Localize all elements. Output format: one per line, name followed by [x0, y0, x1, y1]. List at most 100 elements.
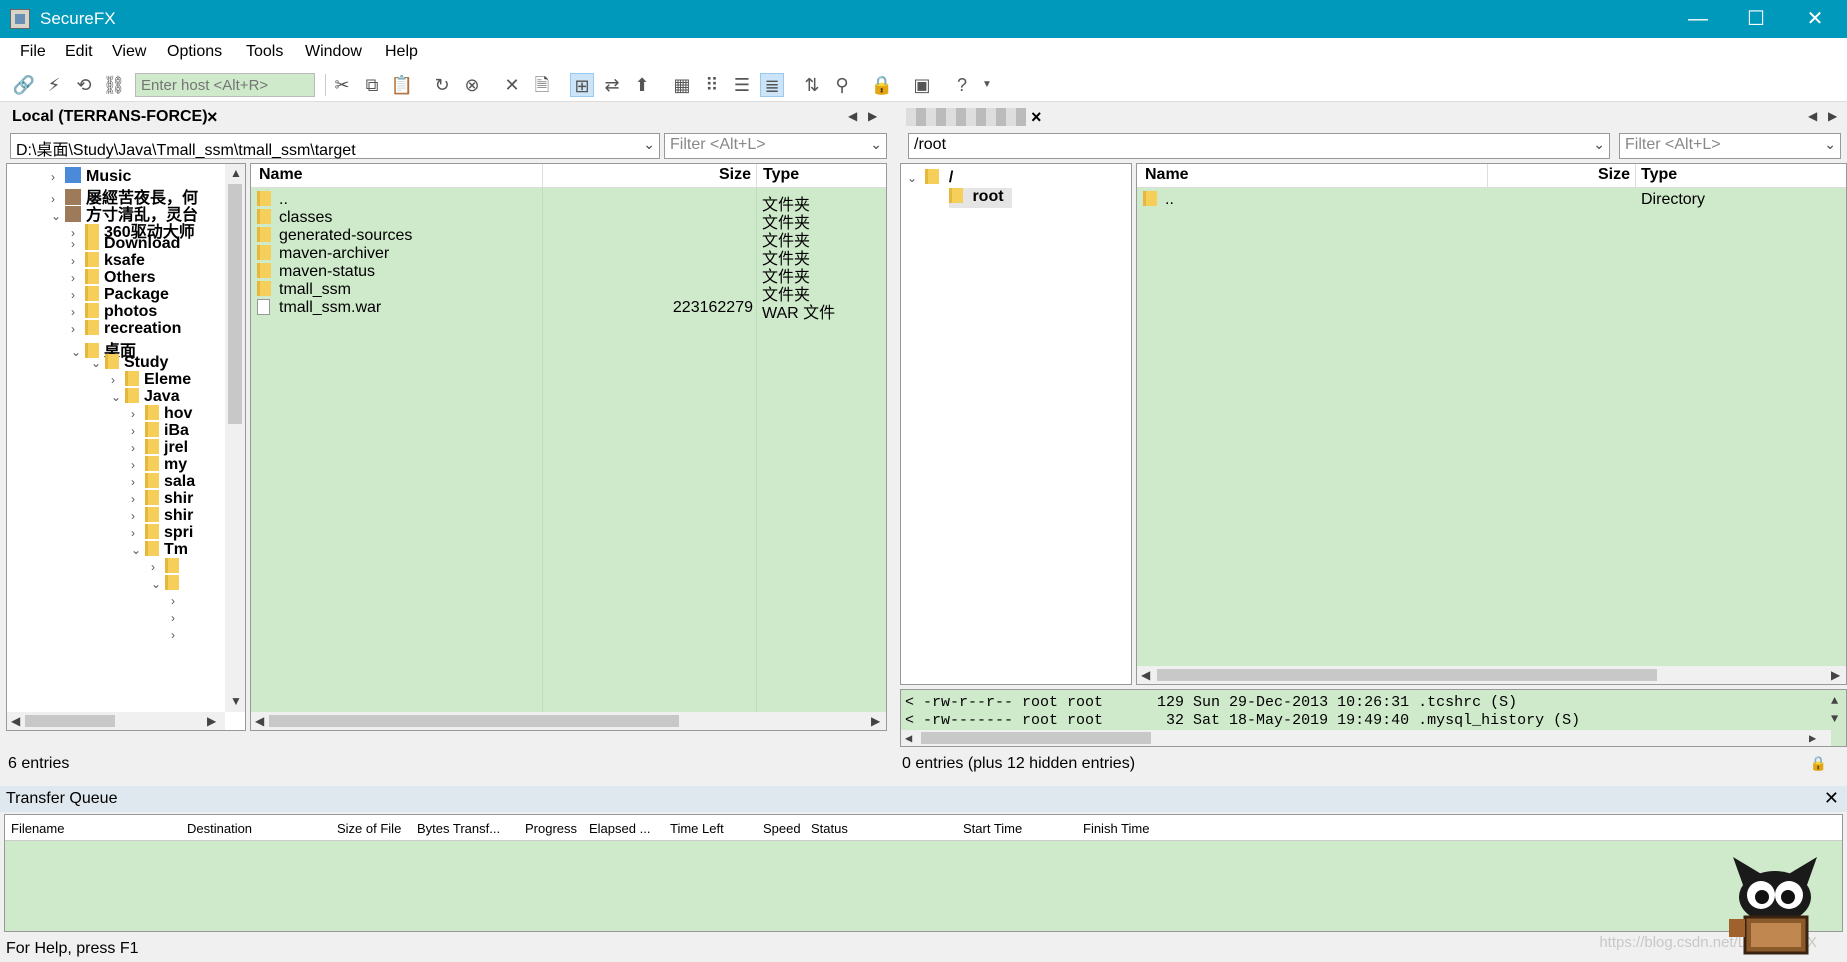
chevron-right-icon[interactable]: ›	[71, 237, 85, 251]
log-horizontal-scrollbar[interactable]: ◀ ▶	[901, 730, 1831, 746]
refresh-icon[interactable]: ↻	[430, 73, 454, 97]
chevron-right-icon[interactable]: ›	[71, 305, 85, 319]
sync-icon[interactable]: ⇄	[600, 73, 624, 97]
reconnect-icon[interactable]: ⟲	[72, 73, 96, 97]
chevron-right-icon[interactable]: ›	[131, 458, 145, 472]
stop-icon[interactable]: ⊗	[460, 73, 484, 97]
properties-icon[interactable]: 🗎	[530, 73, 554, 97]
filter-icon[interactable]: ⚲	[830, 73, 854, 97]
chevron-right-icon[interactable]: ›	[111, 373, 125, 387]
tab-scroll-left-icon[interactable]: ◀	[1808, 109, 1817, 123]
remote-list-horizontal-scrollbar[interactable]: ◀ ▶	[1137, 666, 1846, 684]
column-type[interactable]: Type	[1641, 166, 1677, 184]
local-list-horizontal-scrollbar[interactable]: ◀ ▶	[251, 712, 886, 730]
chevron-right-icon[interactable]: ›	[131, 526, 145, 540]
menu-view[interactable]: View	[112, 43, 146, 61]
log-scroll-up-icon[interactable]: ▲	[1831, 694, 1838, 708]
menu-help[interactable]: Help	[385, 43, 418, 61]
column-size[interactable]: Size	[719, 166, 751, 184]
column-destination[interactable]: Destination	[187, 821, 252, 836]
transfer-queue-list[interactable]: Filename Destination Size of File Bytes …	[4, 814, 1843, 932]
chevron-right-icon[interactable]: ›	[131, 424, 145, 438]
help-icon[interactable]: ?	[950, 73, 974, 97]
local-file-list[interactable]: Name Size Type .. 文件夹 classes 文件夹 generated-…	[250, 163, 887, 731]
tree-view-icon[interactable]: ⊞	[570, 73, 594, 97]
chevron-down-icon[interactable]: ⌄	[131, 543, 145, 557]
chevron-right-icon[interactable]: ›	[171, 628, 185, 642]
menu-edit[interactable]: Edit	[65, 43, 93, 61]
column-filename[interactable]: Filename	[11, 821, 64, 836]
list-icon[interactable]: ☰	[730, 73, 754, 97]
remote-file-list[interactable]: Name Size Type .. Directory ◀ ▶	[1136, 163, 1847, 685]
tree-horizontal-scrollbar[interactable]: ◀ ▶	[7, 712, 225, 730]
menu-file[interactable]: File	[20, 43, 46, 61]
chevron-right-icon[interactable]: ›	[71, 322, 85, 336]
column-finish-time[interactable]: Finish Time	[1083, 821, 1149, 836]
connect-icon[interactable]: 🔗	[12, 73, 36, 97]
quick-connect-icon[interactable]: ⚡	[42, 73, 66, 97]
delete-icon[interactable]: ✕	[500, 73, 524, 97]
close-window-button[interactable]: ✕	[1784, 0, 1846, 38]
lock-icon[interactable]: 🔒	[870, 73, 894, 97]
tree-item-root-dir[interactable]: ⌄ /	[907, 169, 953, 189]
chevron-down-icon[interactable]: ⌄	[907, 171, 921, 185]
chevron-right-icon[interactable]: ›	[131, 407, 145, 421]
tree-vertical-scrollbar[interactable]: ▲ ▼	[225, 164, 245, 712]
chevron-right-icon[interactable]: ›	[131, 475, 145, 489]
column-type[interactable]: Type	[763, 166, 799, 184]
session-options-icon[interactable]: ▣	[910, 73, 934, 97]
tree-item-root[interactable]: root	[949, 188, 1012, 208]
chevron-down-icon[interactable]: ⌄	[111, 390, 125, 404]
up-folder-icon[interactable]: ⬆	[630, 73, 654, 97]
paste-icon[interactable]: 📋	[390, 73, 414, 97]
menu-options[interactable]: Options	[167, 43, 222, 61]
log-scroll-down-icon[interactable]: ▼	[1831, 712, 1838, 726]
column-name[interactable]: Name	[1145, 166, 1189, 184]
transfer-direction-icon[interactable]: ⇅	[800, 73, 824, 97]
close-local-tab-icon[interactable]: ×	[207, 107, 218, 128]
chevron-right-icon[interactable]: ›	[51, 170, 65, 184]
details-icon[interactable]: ≣	[760, 73, 784, 97]
column-elapsed[interactable]: Elapsed ...	[589, 821, 650, 836]
small-icons-icon[interactable]: ⠿	[700, 73, 724, 97]
remote-path-combo[interactable]: /root ⌄	[908, 133, 1610, 159]
chevron-down-icon[interactable]: ⌄	[151, 577, 165, 591]
remote-folder-tree[interactable]: ⌄ / root	[900, 163, 1132, 685]
chevron-right-icon[interactable]: ›	[171, 611, 185, 625]
column-size[interactable]: Size	[1598, 166, 1630, 184]
local-path-combo[interactable]: D:\桌面\Study\Java\Tmall_ssm\tmall_ssm\tar…	[10, 133, 660, 159]
chevron-right-icon[interactable]: ›	[71, 271, 85, 285]
host-input[interactable]	[135, 73, 315, 97]
list-item[interactable]: tmall_ssm.war 223162279 WAR 文件	[257, 299, 882, 322]
column-speed[interactable]: Speed	[763, 821, 801, 836]
disconnect-icon[interactable]: ⛓	[102, 73, 126, 97]
close-transfer-queue-icon[interactable]: ✕	[1824, 788, 1839, 809]
chevron-right-icon[interactable]: ›	[151, 560, 165, 574]
column-size-of-file[interactable]: Size of File	[337, 821, 401, 836]
chevron-right-icon[interactable]: ›	[131, 492, 145, 506]
chevron-down-icon[interactable]: ⌄	[870, 136, 882, 153]
local-filter-input[interactable]: Filter <Alt+L> ⌄	[664, 133, 887, 159]
cut-icon[interactable]: ✂	[330, 73, 354, 97]
column-start-time[interactable]: Start Time	[963, 821, 1022, 836]
chevron-right-icon[interactable]: ›	[171, 594, 185, 608]
column-progress[interactable]: Progress	[525, 821, 577, 836]
chevron-right-icon[interactable]: ›	[71, 288, 85, 302]
close-remote-tab-icon[interactable]: ×	[1031, 107, 1042, 128]
column-time-left[interactable]: Time Left	[670, 821, 724, 836]
chevron-down-icon[interactable]: ⌄	[643, 136, 655, 153]
local-folder-tree[interactable]: › Music › 屡經苦夜長，何 ⌄ 方寸清乱，灵台 › 360驱动大师 › Download ›…	[6, 163, 246, 731]
help-dropdown-icon[interactable]: ▼	[975, 73, 999, 97]
chevron-down-icon[interactable]: ⌄	[91, 356, 105, 370]
list-item[interactable]: .. Directory	[1143, 191, 1843, 212]
tab-scroll-left-icon[interactable]: ◀	[848, 109, 857, 123]
minimize-button[interactable]: —	[1667, 0, 1729, 38]
tree-item[interactable]: ›	[171, 626, 185, 646]
remote-tab-hidden-host[interactable]	[906, 108, 1026, 126]
large-icons-icon[interactable]: ▦	[670, 73, 694, 97]
chevron-right-icon[interactable]: ›	[131, 441, 145, 455]
chevron-down-icon[interactable]: ⌄	[51, 209, 65, 223]
maximize-button[interactable]: ☐	[1725, 0, 1787, 38]
chevron-right-icon[interactable]: ›	[131, 509, 145, 523]
column-bytes-transferred[interactable]: Bytes Transf...	[417, 821, 500, 836]
